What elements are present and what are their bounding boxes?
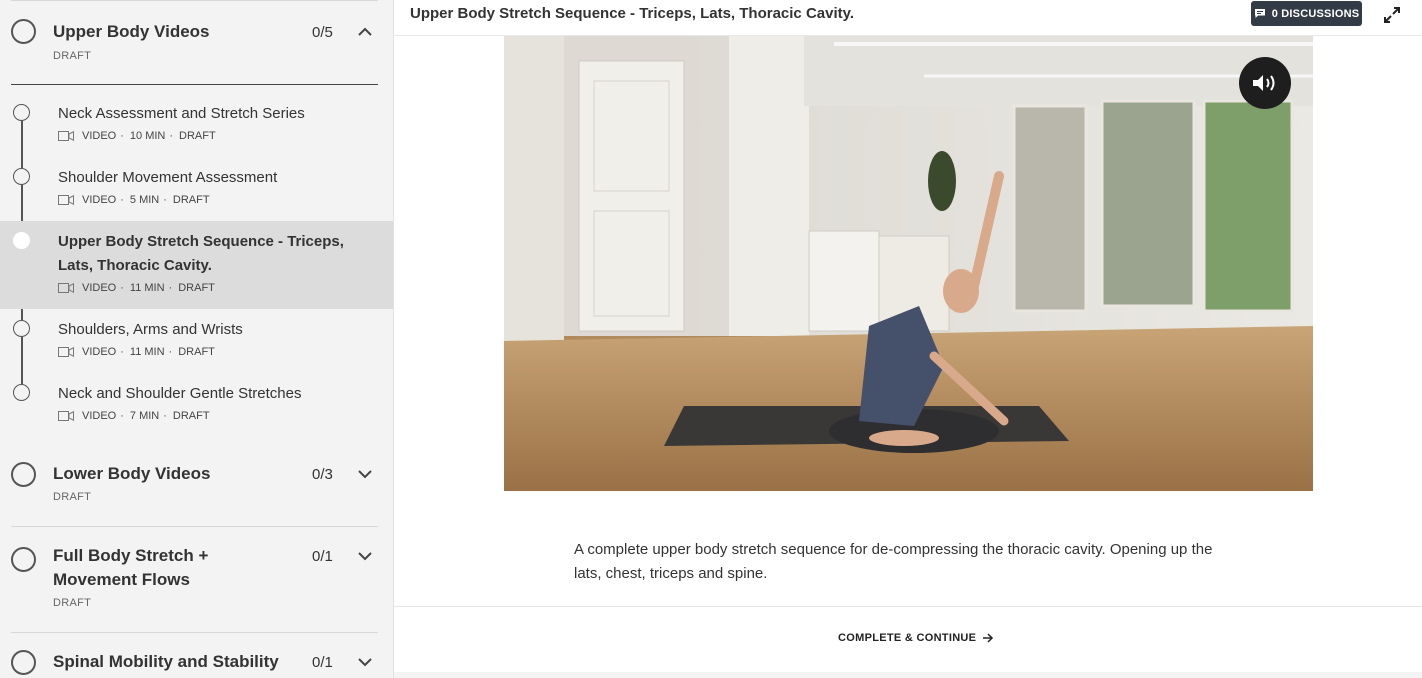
section-full-body[interactable]: Full Body Stretch + Movement Flows DRAFT… xyxy=(0,527,393,632)
lesson-duration: 5 MIN xyxy=(129,194,160,206)
volume-icon xyxy=(1253,75,1275,91)
section-status: DRAFT xyxy=(53,50,92,62)
section-progress-circle xyxy=(11,462,36,487)
lesson-item-active[interactable]: Upper Body Stretch Sequence - Triceps, L… xyxy=(0,221,393,309)
lesson-meta: VIDEO · 7 MIN · DRAFT xyxy=(58,410,210,422)
lesson-item[interactable]: Shoulder Movement Assessment VIDEO · 5 M… xyxy=(0,160,393,220)
lesson-type: VIDEO xyxy=(82,194,117,206)
video-frame xyxy=(504,36,1313,491)
lesson-type: VIDEO xyxy=(82,282,117,294)
lesson-heading: Upper Body Stretch Sequence - Triceps, L… xyxy=(410,5,855,22)
lesson-type: VIDEO xyxy=(82,130,117,142)
video-camera-icon xyxy=(58,283,74,293)
section-count: 0/3 xyxy=(312,466,333,483)
expand-icon[interactable] xyxy=(1382,5,1402,25)
lesson-status-dot xyxy=(13,104,30,121)
lesson-status: DRAFT xyxy=(178,346,215,358)
video-camera-icon xyxy=(58,411,74,421)
lesson-status: DRAFT xyxy=(178,282,215,294)
complete-label: COMPLETE & CONTINUE xyxy=(838,632,977,644)
course-sidebar: Upper Body Videos DRAFT 0/5 Neck Assessm… xyxy=(0,0,394,678)
section-progress-circle xyxy=(11,650,36,675)
lesson-type: VIDEO xyxy=(82,346,117,358)
divider xyxy=(11,84,378,85)
arrow-right-icon xyxy=(983,633,994,643)
lesson-meta: VIDEO · 10 MIN · DRAFT xyxy=(58,130,216,142)
lesson-duration: 10 MIN xyxy=(129,130,166,142)
lesson-description: A complete upper body stretch sequence f… xyxy=(574,541,1213,582)
lesson-status-dot xyxy=(13,168,30,185)
lesson-title: Upper Body Stretch Sequence - Triceps, L… xyxy=(58,233,344,274)
section-spinal-mobility[interactable]: Spinal Mobility and Stability 0/1 xyxy=(0,633,393,678)
section-count: 0/1 xyxy=(312,548,333,565)
lesson-status-dot xyxy=(13,384,30,401)
volume-button[interactable] xyxy=(1239,57,1291,109)
section-title: Full Body Stretch + Movement Flows xyxy=(53,546,209,589)
lesson-duration: 7 MIN xyxy=(129,410,160,422)
lesson-title: Neck Assessment and Stretch Series xyxy=(58,105,305,122)
section-count: 0/5 xyxy=(312,24,333,41)
section-status: DRAFT xyxy=(53,597,92,609)
lesson-meta: VIDEO · 11 MIN · DRAFT xyxy=(58,282,215,294)
video-camera-icon xyxy=(58,347,74,357)
lesson-title: Neck and Shoulder Gentle Stretches xyxy=(58,385,302,402)
lesson-type: VIDEO xyxy=(82,410,117,422)
lesson-title: Shoulder Movement Assessment xyxy=(58,169,278,186)
lesson-meta: VIDEO · 5 MIN · DRAFT xyxy=(58,194,210,206)
lesson-header: Upper Body Stretch Sequence - Triceps, L… xyxy=(394,0,1422,36)
chevron-up-icon[interactable] xyxy=(356,23,374,41)
chevron-down-icon[interactable] xyxy=(356,547,374,565)
complete-continue-button[interactable]: COMPLETE & CONTINUE xyxy=(838,632,994,644)
chevron-down-icon[interactable] xyxy=(356,653,374,671)
section-progress-circle xyxy=(11,19,36,44)
section-title: Lower Body Videos xyxy=(53,464,211,483)
chevron-down-icon[interactable] xyxy=(356,465,374,483)
lesson-meta: VIDEO · 11 MIN · DRAFT xyxy=(58,346,215,358)
lesson-item[interactable]: Neck Assessment and Stretch Series VIDEO… xyxy=(0,96,393,156)
section-count: 0/1 xyxy=(312,654,333,671)
section-title: Spinal Mobility and Stability xyxy=(53,652,279,671)
lesson-status-dot xyxy=(13,232,30,249)
video-player[interactable] xyxy=(504,36,1313,491)
lesson-item[interactable]: Neck and Shoulder Gentle Stretches VIDEO… xyxy=(0,376,393,436)
video-camera-icon xyxy=(58,195,74,205)
lesson-title: Shoulders, Arms and Wrists xyxy=(58,321,243,338)
lesson-status: DRAFT xyxy=(172,194,210,206)
lesson-item[interactable]: Shoulders, Arms and Wrists VIDEO · 11 MI… xyxy=(0,312,393,372)
section-status: DRAFT xyxy=(53,491,92,503)
section-lower-body[interactable]: Lower Body Videos DRAFT 0/3 xyxy=(0,444,393,526)
discussions-label: 0 DISCUSSIONS xyxy=(1271,7,1360,20)
divider xyxy=(11,0,378,1)
section-upper-body[interactable]: Upper Body Videos DRAFT 0/5 xyxy=(0,0,393,84)
footer-divider xyxy=(394,606,1422,607)
lesson-content: Upper Body Stretch Sequence - Triceps, L… xyxy=(394,0,1422,672)
chat-bubble-icon xyxy=(1254,9,1265,18)
section-progress-circle xyxy=(11,547,36,572)
lesson-duration: 11 MIN xyxy=(129,282,165,294)
lesson-status: DRAFT xyxy=(179,130,216,142)
lesson-duration: 11 MIN xyxy=(129,346,165,358)
lesson-status-dot xyxy=(13,320,30,337)
discussions-button[interactable]: 0 DISCUSSIONS xyxy=(1251,1,1362,26)
video-camera-icon xyxy=(58,131,74,141)
section-title: Upper Body Videos xyxy=(53,22,210,41)
lesson-status: DRAFT xyxy=(172,410,210,422)
